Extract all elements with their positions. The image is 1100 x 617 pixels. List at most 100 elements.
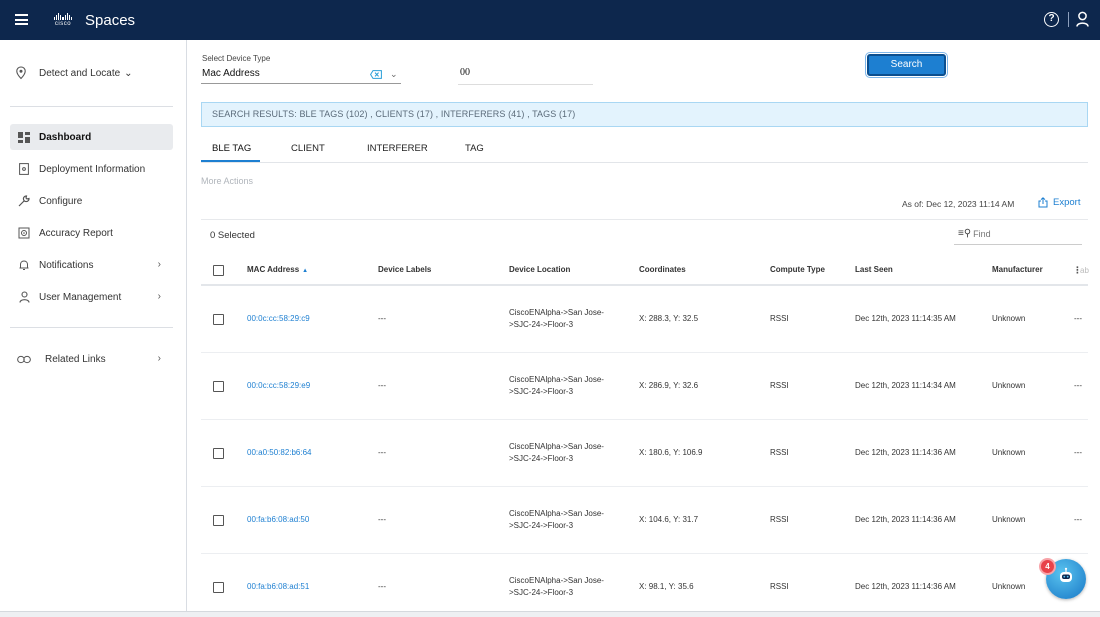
sidebar-item-configure[interactable]: Configure [10,188,173,214]
chevron-right-icon: › [157,291,161,302]
sidebar-item-accuracy-report[interactable]: Accuracy Report [10,220,173,246]
sidebar: Detect and Locate ⌄ Dashboard Deployment… [0,40,187,611]
help-icon[interactable]: ? [1044,12,1059,27]
main-content: Select Device Type Mac Address ⌄ Search … [188,40,1100,611]
mac-address-link[interactable]: 00:0c:cc:58:29:e9 [247,380,310,392]
device-location-line: CiscoENAlpha->San Jose- [509,509,604,518]
cisco-wordmark: cisco [54,21,72,27]
app-switcher-label: Detect and Locate [39,67,121,79]
table-row[interactable]: 00:a0:50:82:b6:64 --- CiscoENAlpha->San … [201,421,1088,487]
table-header: MAC Address ▲ Device Labels Device Locati… [201,256,1089,286]
bottom-scrollbar[interactable] [0,611,1100,617]
chevron-down-icon[interactable]: ⌄ [390,69,398,80]
device-location-line: CiscoENAlpha->San Jose- [509,308,604,317]
tab-ble-tag[interactable]: BLE TAG [212,143,251,154]
coordinates: X: 104.6, Y: 31.7 [639,515,699,524]
device-labels: --- [378,314,386,323]
mac-address-link[interactable]: 00:fa:b6:08:ad:50 [247,514,309,526]
sidebar-item-notifications[interactable]: Notifications › [10,252,173,278]
manufacturer: Unknown [992,448,1026,457]
mac-address-link[interactable]: 00:0c:cc:58:29:c9 [247,313,310,325]
mac-address-link[interactable]: 00:a0:50:82:b6:64 [247,447,312,459]
dashboard-icon [17,130,31,144]
more-actions-button[interactable]: More Actions [201,176,253,186]
sidebar-divider [10,327,173,328]
column-compute-type[interactable]: Compute Type [770,265,825,274]
deployment-icon [17,162,31,176]
device-labels: --- [378,448,386,457]
sidebar-item-user-management[interactable]: User Management › [10,284,173,310]
device-location: CiscoENAlpha->San Jose- >SJC-24->Floor-3 [509,307,619,331]
row-checkbox[interactable] [213,515,224,526]
topbar-divider [1068,12,1069,27]
device-location-line: CiscoENAlpha->San Jose- [509,375,604,384]
table-row[interactable]: 00:fa:b6:08:ad:50 --- CiscoENAlpha->San … [201,488,1088,554]
device-location: CiscoENAlpha->San Jose- >SJC-24->Floor-3 [509,374,619,398]
chatbot-icon [1060,567,1072,582]
compute-type: RSSI [770,515,789,524]
column-coordinates[interactable]: Coordinates [639,265,686,274]
link-icon [17,352,31,366]
sidebar-item-label: Dashboard [39,131,92,143]
last-seen: Dec 12th, 2023 11:14:35 AM [855,314,956,323]
export-label: Export [1053,197,1081,208]
last-seen: Dec 12th, 2023 11:14:36 AM [855,582,956,591]
active-tab-indicator [201,160,260,162]
row-checkbox[interactable] [213,314,224,325]
export-button[interactable]: Export [1038,197,1080,208]
row-checkbox[interactable] [213,448,224,459]
coordinates: X: 98.1, Y: 35.6 [639,582,694,591]
location-pin-icon [16,66,26,80]
export-icon [1038,197,1048,208]
search-results-banner: SEARCH RESULTS: BLE TAGS (102) , CLIENTS… [201,102,1088,127]
tab-client[interactable]: CLIENT [291,143,325,154]
manufacturer: Unknown [992,314,1026,323]
coordinates: X: 288.3, Y: 32.5 [639,314,699,323]
device-tabs: BLE TAG CLIENT INTERFERER TAG [201,137,1088,163]
app-title: Spaces [85,12,136,29]
row-checkbox[interactable] [213,582,224,593]
extra-column: --- [1074,448,1082,457]
select-all-checkbox[interactable] [213,265,224,276]
device-location-line: >SJC-24->Floor-3 [509,454,574,463]
last-seen: Dec 12th, 2023 11:14:36 AM [855,448,956,457]
sidebar-item-label: Configure [39,195,83,207]
chevron-right-icon: › [157,353,161,364]
compute-type: RSSI [770,582,789,591]
sort-ascending-icon: ▲ [302,268,309,274]
find-input[interactable] [973,228,1074,239]
user-icon[interactable] [1076,11,1089,27]
tab-tag[interactable]: TAG [465,143,484,154]
row-checkbox[interactable] [213,381,224,392]
device-location-line: CiscoENAlpha->San Jose- [509,576,604,585]
sidebar-item-dashboard[interactable]: Dashboard [10,124,173,150]
table-row[interactable]: 00:fa:b6:08:ad:51 --- CiscoENAlpha->San … [201,555,1088,617]
table-row[interactable]: 00:0c:cc:58:29:c9 --- CiscoENAlpha->San … [201,287,1088,353]
device-location-line: >SJC-24->Floor-3 [509,521,574,530]
column-mac-address[interactable]: MAC Address ▲ [247,265,308,274]
chevron-right-icon: › [157,259,161,270]
clear-icon[interactable] [370,70,382,79]
sidebar-item-related-links[interactable]: Related Links › [10,346,173,372]
tab-interferer[interactable]: INTERFERER [367,143,428,154]
device-labels: --- [378,515,386,524]
sidebar-item-label: Deployment Information [39,163,146,175]
mac-address-link[interactable]: 00:fa:b6:08:ad:51 [247,581,309,593]
table-row[interactable]: 00:0c:cc:58:29:e9 --- CiscoENAlpha->San … [201,354,1088,420]
column-manufacturer[interactable]: Manufacturer [992,265,1043,274]
sidebar-item-deployment-information[interactable]: Deployment Information [10,156,173,182]
find-field[interactable]: ≡⚲ [954,223,1082,245]
column-device-location[interactable]: Device Location [509,265,570,274]
target-icon [17,226,31,240]
mac-address-input[interactable] [458,60,593,85]
selected-count: 0 Selected [210,230,255,241]
app-switcher[interactable]: Detect and Locate ⌄ [15,66,133,80]
column-device-labels[interactable]: Device Labels [378,265,431,274]
compute-type: RSSI [770,381,789,390]
manufacturer: Unknown [992,381,1026,390]
sidebar-divider [10,106,173,107]
column-last-seen[interactable]: Last Seen [855,265,893,274]
device-type-label: Select Device Type [202,54,271,63]
search-button[interactable]: Search [865,52,948,78]
hamburger-icon[interactable] [15,14,28,25]
